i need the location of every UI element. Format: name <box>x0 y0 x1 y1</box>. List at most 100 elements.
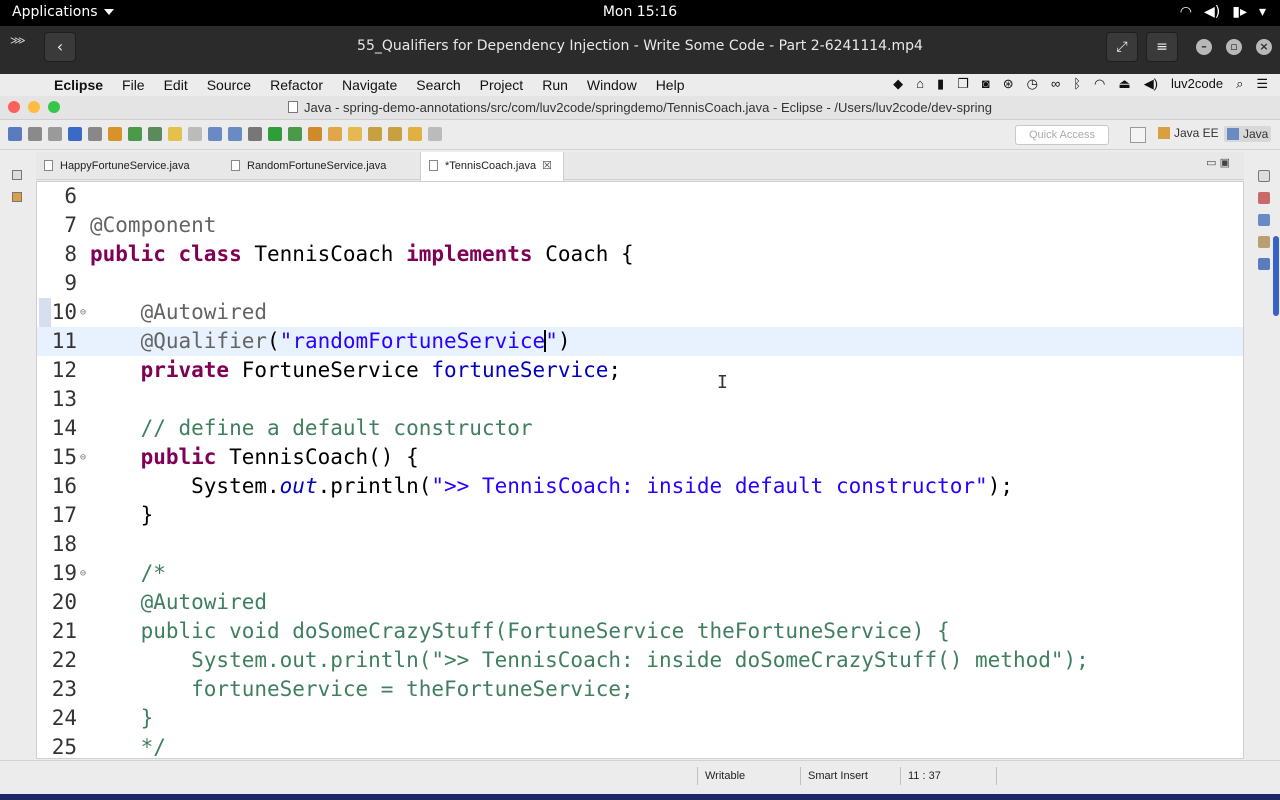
bluetooth-icon[interactable]: ᛒ <box>1073 76 1081 92</box>
code-line[interactable]: 10 ⊖ @Autowired <box>37 298 1243 327</box>
run-icon[interactable] <box>268 127 282 141</box>
outline-icon[interactable] <box>1258 192 1270 204</box>
close-button[interactable]: × <box>1256 39 1272 55</box>
quick-access-input[interactable]: Quick Access <box>1015 125 1109 145</box>
volume-icon[interactable]: ◀) <box>1144 76 1158 92</box>
code-line[interactable]: 18 <box>37 530 1243 559</box>
package-explorer-icon[interactable] <box>12 192 22 202</box>
code-line[interactable]: 24 } <box>37 704 1243 733</box>
close-tab-icon[interactable]: ☒ <box>542 160 552 172</box>
minimize-maximize-icons[interactable]: ▭ ▣ <box>1206 156 1230 169</box>
menu-app-name[interactable]: Eclipse <box>54 77 103 93</box>
fullscreen-button[interactable]: ⤢ <box>1106 32 1138 62</box>
open-perspective-icon[interactable] <box>1130 127 1146 143</box>
evernote-icon[interactable]: ◆ <box>893 76 903 92</box>
mark-occurrences-icon[interactable] <box>168 127 182 141</box>
tab-random-fortune-service[interactable]: RandomFortuneService.java <box>223 152 386 180</box>
code-line[interactable]: 11 @Qualifier("randomFortuneService") <box>37 327 1243 356</box>
menu-source[interactable]: Source <box>207 77 251 93</box>
open-task-icon[interactable] <box>328 127 342 141</box>
code-line[interactable]: 17 } <box>37 501 1243 530</box>
time-machine-icon[interactable]: ◷ <box>1027 76 1038 92</box>
spotlight-search-icon[interactable]: ⌕ <box>1236 76 1243 92</box>
code-line[interactable]: 19 ⊖ /* <box>37 559 1243 588</box>
open-console-icon[interactable] <box>68 127 82 141</box>
perspective-java-ee[interactable]: Java EE <box>1158 126 1219 140</box>
applications-menu[interactable]: Applications <box>12 4 114 20</box>
menu-edit[interactable]: Edit <box>164 77 188 93</box>
next-annotation-icon[interactable] <box>368 127 382 141</box>
back-button[interactable]: ‹ <box>44 32 76 62</box>
code-line[interactable]: 7 @Component <box>37 211 1243 240</box>
save-icon[interactable] <box>28 127 42 141</box>
notification-list-icon[interactable]: ☰ <box>1256 76 1268 92</box>
run-config-icon[interactable] <box>288 127 302 141</box>
side-handle[interactable] <box>1273 236 1279 316</box>
code-line[interactable]: 9 <box>37 269 1243 298</box>
perspective-java[interactable]: Java <box>1224 126 1272 142</box>
system-tray[interactable]: ◠ ◀) ▮▸ ▾ <box>1180 4 1266 20</box>
accessibility-icon[interactable]: ⊛ <box>1003 76 1014 92</box>
book-icon[interactable]: ▮ <box>937 76 944 92</box>
tab-happy-fortune-service[interactable]: HappyFortuneService.java <box>36 152 190 180</box>
user-name[interactable]: luv2code <box>1171 76 1223 92</box>
maximize-button[interactable]: ▫ <box>1226 39 1242 55</box>
back-icon[interactable] <box>408 127 422 141</box>
code-line[interactable]: 6 <box>37 182 1243 211</box>
menu-run[interactable]: Run <box>542 77 568 93</box>
console-icon[interactable] <box>1258 258 1270 270</box>
show-whitespace-icon[interactable] <box>228 127 242 141</box>
code-line[interactable]: 15 ⊖ public TennisCoach() { <box>37 443 1243 472</box>
menu-refactor[interactable]: Refactor <box>270 77 323 93</box>
annotation-icon[interactable] <box>1258 214 1270 226</box>
menu-window[interactable]: Window <box>587 77 637 93</box>
eject-icon[interactable]: ⏏ <box>1118 76 1130 92</box>
previous-annotation-icon[interactable] <box>388 127 402 141</box>
close-window-button[interactable] <box>8 101 20 113</box>
code-line[interactable]: 22 System.out.println(">> TennisCoach: i… <box>37 646 1243 675</box>
forward-icon[interactable] <box>428 127 442 141</box>
fold-toggle-icon[interactable]: ⊖ <box>80 298 86 327</box>
code-line[interactable]: 14 // define a default constructor <box>37 414 1243 443</box>
wifi-icon[interactable]: ◠ <box>1094 76 1105 92</box>
code-editor[interactable]: 6 7 @Component 8 public class TennisCoach im… <box>36 181 1244 759</box>
home-icon[interactable]: ⌂ <box>916 76 924 92</box>
task-list-icon[interactable] <box>1258 236 1270 248</box>
minimize-button[interactable]: – <box>1196 39 1212 55</box>
external-tools-icon[interactable] <box>248 127 262 141</box>
minimize-window-button[interactable] <box>28 101 40 113</box>
menu-search[interactable]: Search <box>416 77 460 93</box>
clock[interactable]: Mon 15:16 <box>0 4 1280 20</box>
menu-button[interactable]: ≡ <box>1146 32 1178 62</box>
menu-help[interactable]: Help <box>656 77 685 93</box>
zoom-window-button[interactable] <box>48 101 60 113</box>
tab-tennis-coach[interactable]: *TennisCoach.java ☒ <box>420 152 564 181</box>
debug-icon[interactable] <box>148 127 162 141</box>
code-line[interactable]: 25 */ <box>37 733 1243 758</box>
block-selection-icon[interactable] <box>208 127 222 141</box>
menu-navigate[interactable]: Navigate <box>342 77 397 93</box>
skip-breakpoints-icon[interactable] <box>88 127 102 141</box>
restore-icon[interactable] <box>12 170 22 180</box>
build-icon[interactable] <box>108 127 122 141</box>
new-icon[interactable] <box>8 127 22 141</box>
toggle-icon[interactable] <box>188 127 202 141</box>
code-line[interactable]: 16 System.out.println(">> TennisCoach: i… <box>37 472 1243 501</box>
code-line[interactable]: 13 <box>37 385 1243 414</box>
screens-icon[interactable]: ❐ <box>957 76 969 92</box>
new-server-icon[interactable] <box>128 127 142 141</box>
restore-icon[interactable] <box>1258 170 1270 182</box>
code-line[interactable]: 12 private FortuneService fortuneService… <box>37 356 1243 385</box>
fold-toggle-icon[interactable]: ⊖ <box>80 443 86 472</box>
binoculars-icon[interactable]: ∞ <box>1051 76 1060 92</box>
menu-file[interactable]: File <box>122 77 145 93</box>
code-line[interactable]: 20 @Autowired <box>37 588 1243 617</box>
menu-project[interactable]: Project <box>480 77 524 93</box>
code-line[interactable]: 8 public class TennisCoach implements Coa… <box>37 240 1243 269</box>
save-all-icon[interactable] <box>48 127 62 141</box>
fold-toggle-icon[interactable]: ⊖ <box>80 559 86 588</box>
open-type-icon[interactable] <box>308 127 322 141</box>
code-line[interactable]: 23 fortuneService = theFortuneService; <box>37 675 1243 704</box>
code-line[interactable]: 21 public void doSomeCrazyStuff(FortuneS… <box>37 617 1243 646</box>
search-icon[interactable] <box>348 127 362 141</box>
